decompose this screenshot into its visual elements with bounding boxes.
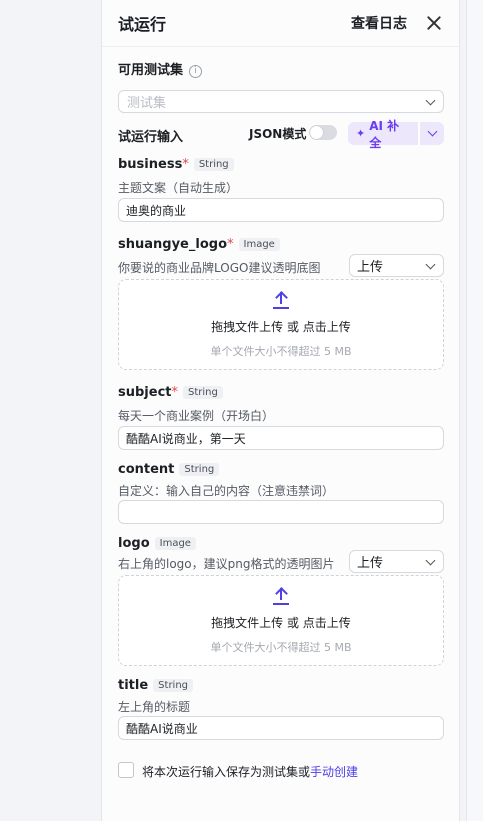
background-scroll-strip xyxy=(466,0,483,821)
json-mode-label: JSON模式 xyxy=(249,127,307,141)
header-divider xyxy=(102,46,459,47)
ai-complete-button[interactable]: ✦ AI 补全 xyxy=(348,119,418,150)
ai-options-dropdown[interactable] xyxy=(419,122,444,145)
save-testset-text: 将本次运行输入保存为测试集或手动创建 xyxy=(142,763,358,780)
manual-create-link[interactable]: 手动创建 xyxy=(310,765,358,779)
type-tag: Image xyxy=(154,537,196,550)
required-mark: * xyxy=(227,237,234,252)
type-tag: String xyxy=(179,463,220,476)
field-logo-name: logo Image xyxy=(118,536,196,551)
testset-label-text: 可用测试集 xyxy=(118,63,184,78)
required-mark: * xyxy=(171,385,179,400)
mode-label: 上传 xyxy=(357,556,384,571)
field-name-text: business xyxy=(118,157,183,172)
field-name-text: shuangye_logo xyxy=(118,237,227,252)
json-mode-toggle[interactable] xyxy=(309,125,337,140)
field-business-name: business* String xyxy=(118,157,234,172)
required-mark: * xyxy=(182,157,189,172)
field-subject-name: subject* String xyxy=(118,385,223,400)
type-tag: Image xyxy=(238,238,280,251)
shuangye-logo-dropzone[interactable]: 拖拽文件上传 或 点击上传 单个文件大小不得超过 5 MB xyxy=(118,279,444,370)
field-name-text: subject xyxy=(118,385,172,400)
shuangye-logo-mode-select[interactable]: 上传 xyxy=(349,254,444,277)
run-input-label: 试运行输入 xyxy=(118,130,184,145)
chevron-down-icon xyxy=(425,555,436,566)
info-icon[interactable]: i xyxy=(189,65,203,78)
upload-icon xyxy=(272,586,290,606)
field-content-name: content String xyxy=(118,462,220,477)
save-testset-checkbox[interactable] xyxy=(118,762,134,778)
panel-title: 试运行 xyxy=(118,15,167,34)
chevron-down-icon xyxy=(425,95,436,106)
testset-label: 可用测试集 i xyxy=(118,59,203,78)
panel-header: 试运行 查看日志 xyxy=(118,0,443,46)
type-tag: String xyxy=(193,158,234,171)
chevron-down-icon xyxy=(425,259,436,270)
dropzone-sub-text: 单个文件大小不得超过 5 MB xyxy=(210,345,352,358)
business-input[interactable]: 迪奥的商业 xyxy=(118,198,444,222)
type-tag: String xyxy=(183,386,223,399)
toggle-knob xyxy=(310,126,323,139)
mode-label: 上传 xyxy=(357,260,384,275)
ai-complete-label: AI 补全 xyxy=(369,118,400,150)
subject-input[interactable]: 酷酷AI说商业，第一天 xyxy=(118,426,444,450)
field-shuangye-logo-desc: 你要说的商业品牌LOGO建议透明底图 xyxy=(118,261,321,275)
field-name-text: content xyxy=(118,462,175,477)
test-run-panel: 试运行 查看日志 可用测试集 i 测试集 试运行输入 JSON模式 ✦ AI 补全… xyxy=(101,0,460,821)
logo-mode-select[interactable]: 上传 xyxy=(349,550,444,573)
logo-dropzone[interactable]: 拖拽文件上传 或 点击上传 单个文件大小不得超过 5 MB xyxy=(118,575,444,666)
dropzone-sub-text: 单个文件大小不得超过 5 MB xyxy=(210,641,352,654)
close-icon[interactable] xyxy=(425,14,443,32)
field-name-text: logo xyxy=(118,536,150,551)
field-title-desc: 左上角的标题 xyxy=(118,700,191,714)
field-business-desc: 主题文案（自动生成） xyxy=(118,181,239,195)
field-shuangye-logo-name: shuangye_logo* Image xyxy=(118,237,280,252)
field-content-desc: 自定义：输入自己的内容（注意违禁词） xyxy=(118,484,335,498)
dropzone-main-text: 拖拽文件上传 或 点击上传 xyxy=(211,320,351,334)
type-tag: String xyxy=(153,679,194,692)
save-testset-label: 将本次运行输入保存为测试集或 xyxy=(142,765,311,779)
field-name-text: title xyxy=(118,678,149,693)
chevron-down-icon xyxy=(427,126,438,137)
dropzone-main-text: 拖拽文件上传 或 点击上传 xyxy=(211,616,351,630)
sparkle-icon: ✦ xyxy=(356,127,366,140)
view-log-button[interactable]: 查看日志 xyxy=(351,13,407,33)
title-input[interactable]: 酷酷AI说商业 xyxy=(118,716,444,740)
field-subject-desc: 每天一个商业案例（开场白） xyxy=(118,409,275,423)
field-logo-desc: 右上角的logo，建议png格式的透明图片 xyxy=(118,557,335,571)
testset-select[interactable]: 测试集 xyxy=(118,90,444,113)
testset-placeholder: 测试集 xyxy=(127,96,167,111)
upload-icon xyxy=(272,290,290,310)
content-input[interactable] xyxy=(118,500,444,524)
field-title-name: title String xyxy=(118,678,194,693)
